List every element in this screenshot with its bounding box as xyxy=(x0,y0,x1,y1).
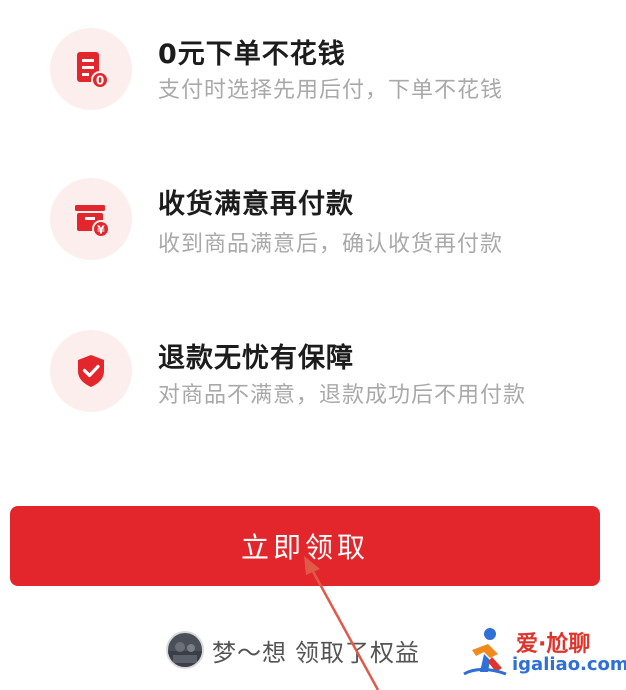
watermark-url: igaliao.com xyxy=(512,654,626,675)
feature-description: 收到商品满意后，确认收货再付款 xyxy=(158,232,504,257)
site-watermark: 爱·尬聊 igaliao.com xyxy=(460,622,626,682)
feature-title: 收货满意再付款 xyxy=(158,189,354,220)
runner-logo-icon xyxy=(463,628,507,676)
feature-title: 退款无忧有保障 xyxy=(158,343,354,374)
svg-text:0: 0 xyxy=(96,74,104,88)
username: 梦～想 xyxy=(212,638,287,667)
order-zero-icon: 0 xyxy=(50,28,132,110)
feature-item-zero-order: 0 0元下单不花钱 支付时选择先用后付，下单不花钱 xyxy=(0,20,626,130)
svg-text:¥: ¥ xyxy=(97,224,105,237)
activity-text: 领取了权益 xyxy=(295,638,420,667)
feature-item-refund-guarantee: 退款无忧有保障 对商品不满意，退款成功后不用付款 xyxy=(0,322,626,432)
claim-now-button[interactable]: 立即领取 xyxy=(10,506,600,586)
feature-title: 0元下单不花钱 xyxy=(158,39,346,70)
avatar xyxy=(166,631,204,669)
feature-item-pay-after-receipt: ¥ 收货满意再付款 收到商品满意后，确认收货再付款 xyxy=(0,170,626,280)
feature-description: 支付时选择先用后付，下单不花钱 xyxy=(158,78,504,103)
claim-activity: 梦～想 领取了权益 xyxy=(166,630,420,670)
feature-description: 对商品不满意，退款成功后不用付款 xyxy=(158,383,527,408)
shield-check-icon xyxy=(50,330,132,412)
box-yen-icon: ¥ xyxy=(50,178,132,260)
